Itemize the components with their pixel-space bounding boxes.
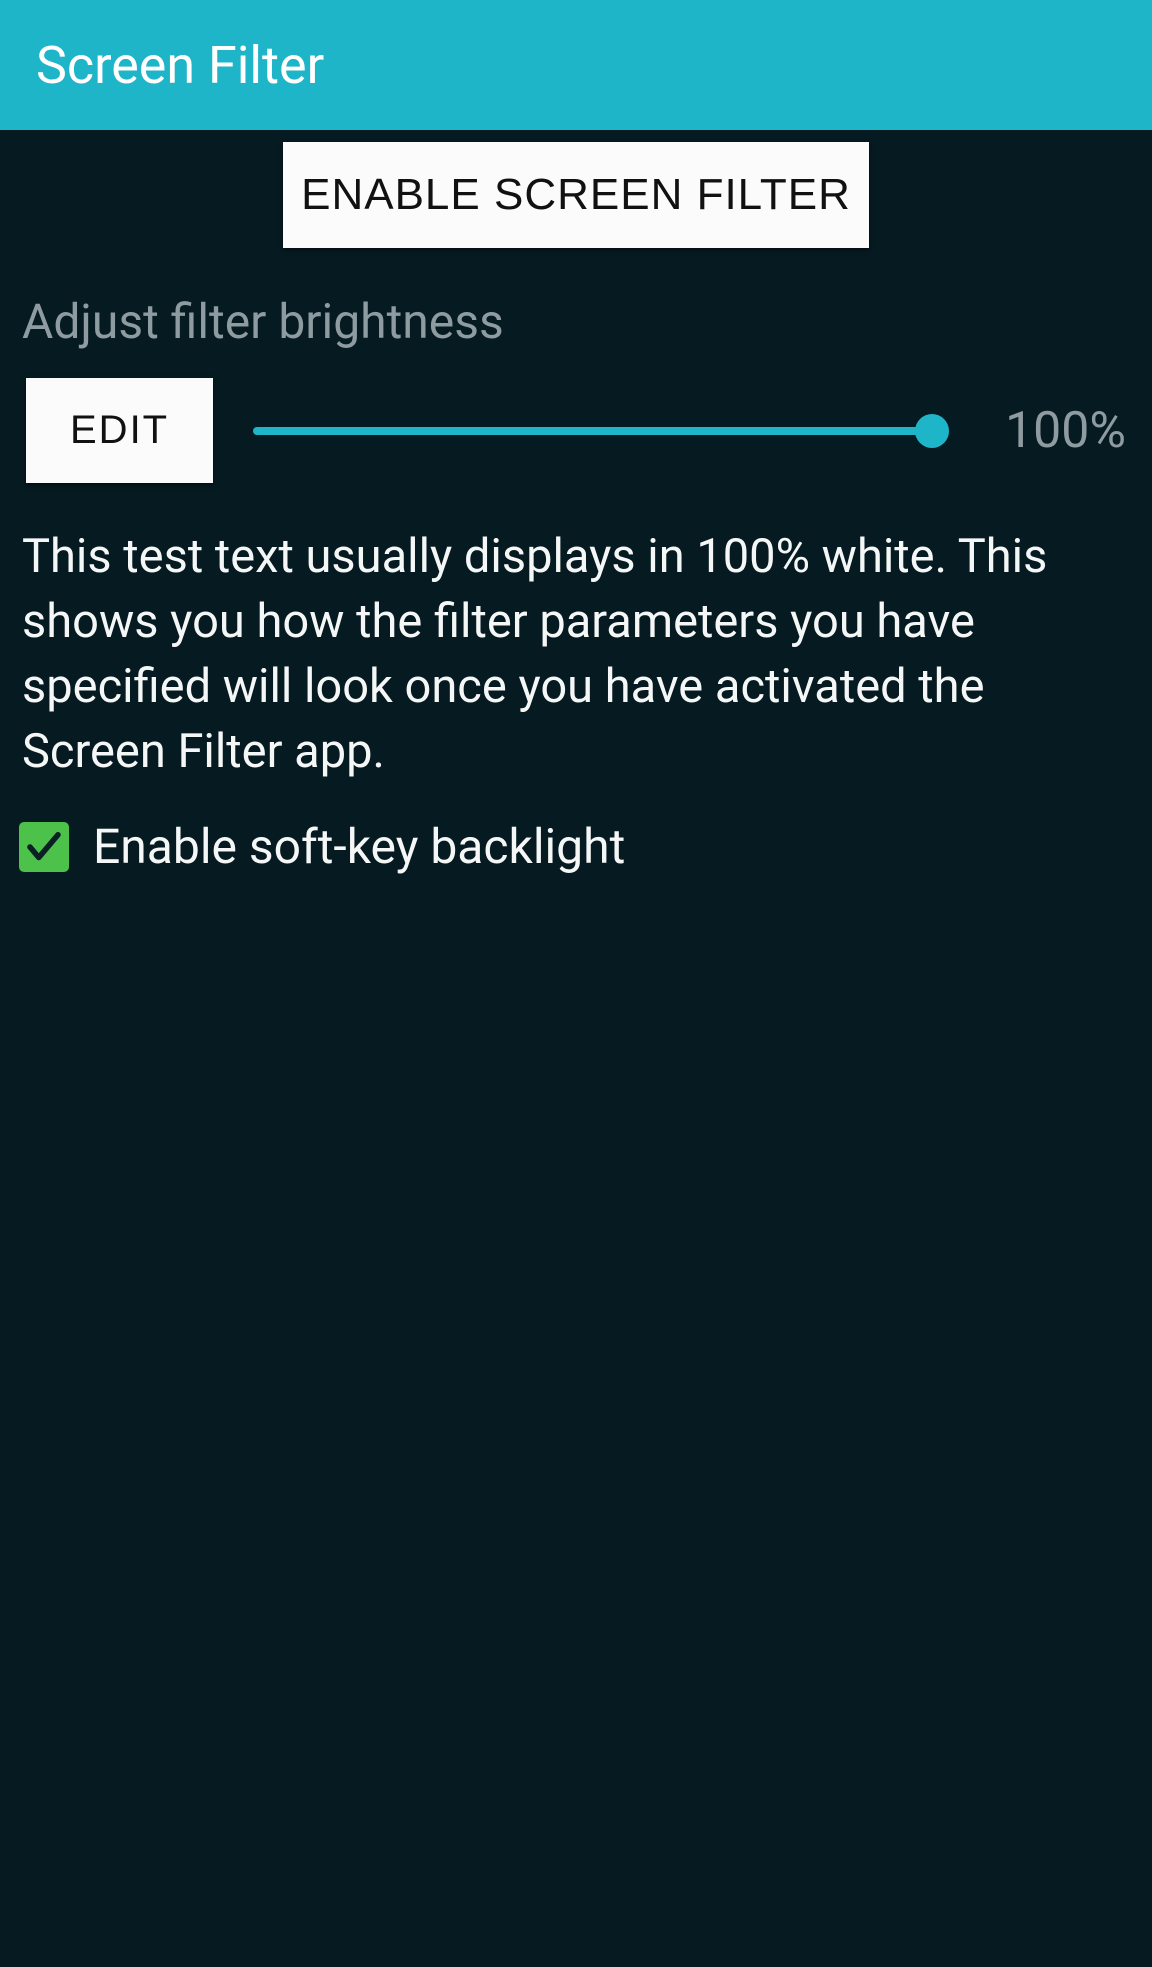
slider-track	[253, 427, 947, 435]
description-text: This test text usually displays in 100% …	[0, 483, 1152, 818]
slider-thumb[interactable]	[915, 414, 949, 448]
enable-screen-filter-button[interactable]: ENABLE SCREEN FILTER	[283, 142, 869, 248]
brightness-controls: EDIT 100%	[0, 378, 1152, 483]
brightness-slider[interactable]	[253, 411, 947, 451]
enable-button-container: ENABLE SCREEN FILTER	[0, 130, 1152, 293]
app-title: Screen Filter	[36, 35, 324, 96]
checkmark-icon	[23, 826, 65, 868]
brightness-section-label: Adjust filter brightness	[0, 293, 1152, 378]
softkey-checkbox[interactable]	[19, 822, 69, 872]
main-content: ENABLE SCREEN FILTER Adjust filter brigh…	[0, 130, 1152, 875]
softkey-checkbox-row[interactable]: Enable soft-key backlight	[0, 818, 1152, 875]
edit-button[interactable]: EDIT	[26, 378, 213, 483]
softkey-checkbox-label: Enable soft-key backlight	[93, 818, 625, 875]
app-header: Screen Filter	[0, 0, 1152, 130]
brightness-percent-label: 100%	[987, 402, 1126, 460]
